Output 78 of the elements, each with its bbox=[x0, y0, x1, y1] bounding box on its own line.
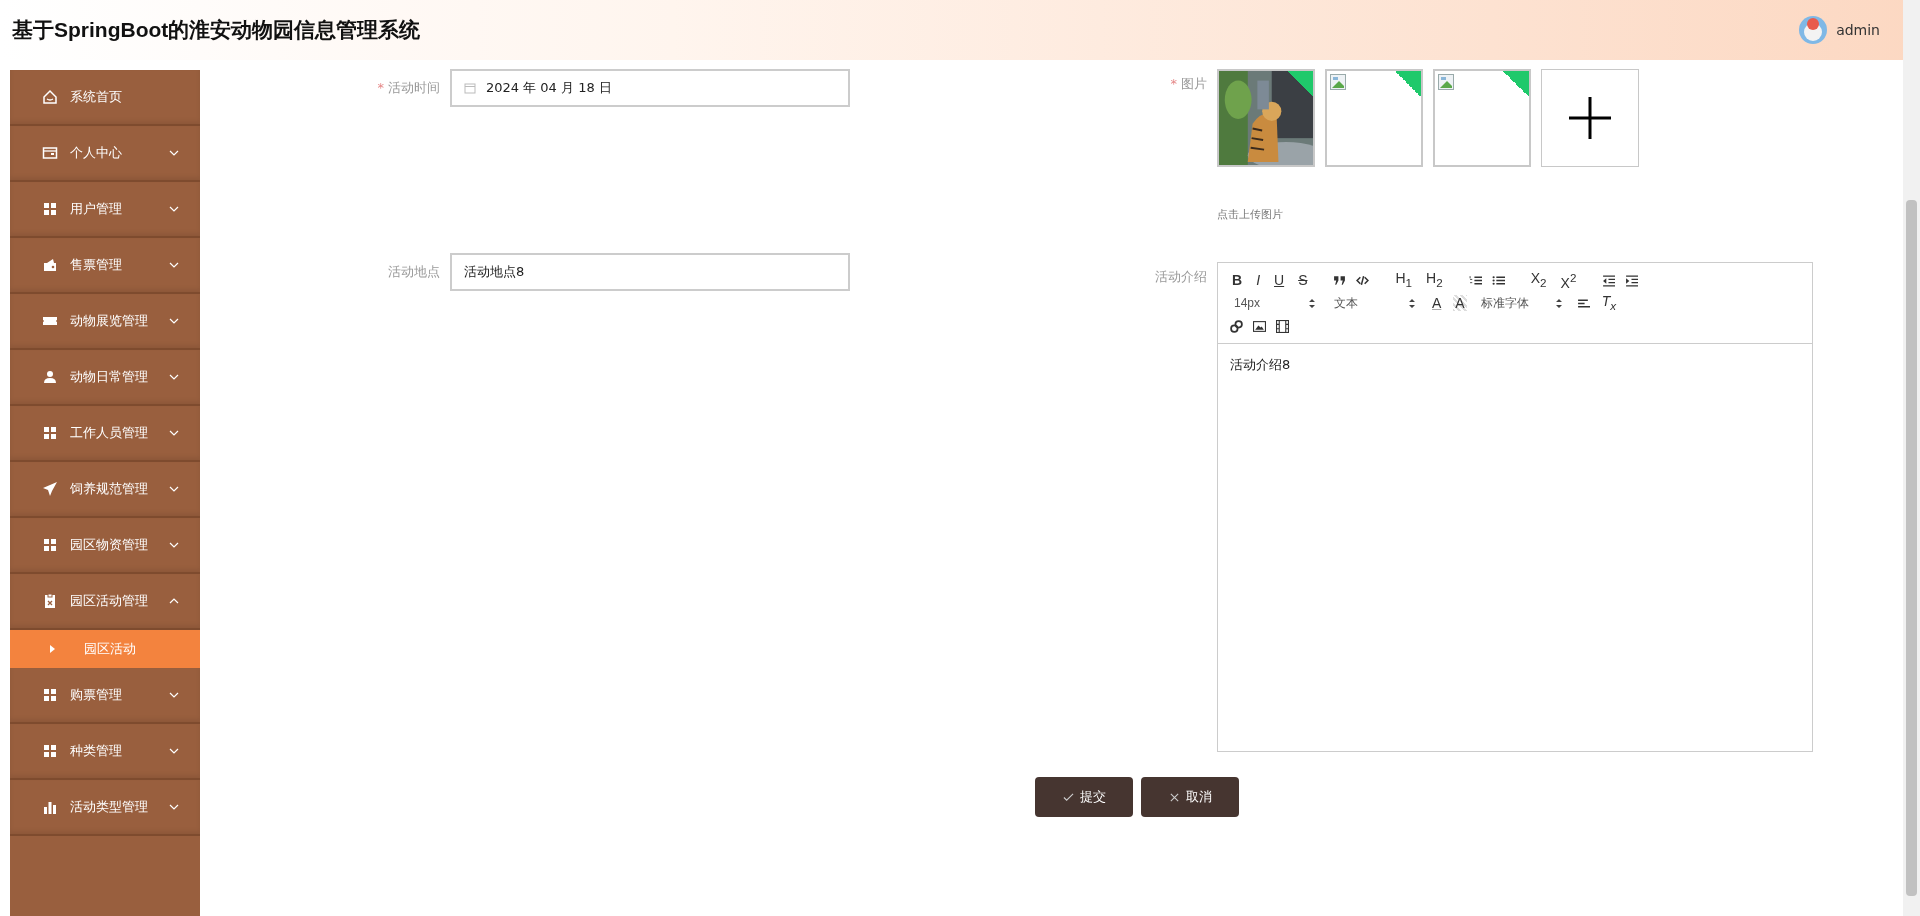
close-icon bbox=[1168, 791, 1180, 803]
menu-item[interactable]: 个人中心 bbox=[10, 126, 200, 182]
menu-item[interactable]: 动物日常管理 bbox=[10, 350, 200, 406]
required-mark: * bbox=[377, 79, 384, 97]
menu-item[interactable]: 饲养规范管理 bbox=[10, 462, 200, 518]
calendar-icon bbox=[464, 82, 476, 94]
home-icon bbox=[42, 89, 58, 105]
code-icon[interactable] bbox=[1356, 273, 1370, 287]
format-button[interactable]: U bbox=[1272, 272, 1287, 288]
menu-item[interactable]: 园区物资管理 bbox=[10, 518, 200, 574]
menu-item[interactable]: 系统首页 bbox=[10, 70, 200, 126]
submit-button[interactable]: 提交 bbox=[1035, 777, 1133, 817]
person-icon bbox=[42, 369, 58, 385]
scrollbar[interactable] bbox=[1903, 0, 1920, 916]
menu-item[interactable]: 用户管理 bbox=[10, 182, 200, 238]
format-button[interactable]: B bbox=[1230, 272, 1245, 288]
cancel-button[interactable]: 取消 bbox=[1141, 777, 1239, 817]
toolbar-dropdown[interactable]: 标准字体 bbox=[1476, 294, 1567, 312]
image-thumbnail[interactable] bbox=[1433, 69, 1531, 167]
broken-image-icon bbox=[1330, 74, 1346, 90]
editor-text: 活动介绍8 bbox=[1230, 357, 1291, 372]
format-button[interactable]: X$_{2}$ bbox=[1528, 269, 1549, 291]
link-icon[interactable] bbox=[1230, 319, 1243, 333]
numbered-list-icon[interactable] bbox=[1468, 273, 1482, 287]
image-thumbnail[interactable] bbox=[1325, 69, 1423, 167]
bullet-list-icon[interactable] bbox=[1491, 273, 1505, 287]
format-button[interactable]: I bbox=[1254, 272, 1262, 288]
menu-item[interactable]: 售票管理 bbox=[10, 238, 200, 294]
format-button[interactable]: H$_{1}$ bbox=[1393, 269, 1415, 291]
grid-icon bbox=[42, 537, 58, 553]
film-icon[interactable] bbox=[1276, 319, 1289, 333]
paper-plane-icon bbox=[42, 481, 58, 497]
add-image-button[interactable] bbox=[1541, 69, 1639, 167]
grid-icon bbox=[42, 201, 58, 217]
toolbar-dropdown[interactable]: 14px bbox=[1230, 296, 1320, 310]
menu-item[interactable]: 工作人员管理 bbox=[10, 406, 200, 462]
purse-icon bbox=[42, 257, 58, 273]
clipboard-icon bbox=[42, 593, 58, 609]
menu-item[interactable]: 购票管理 bbox=[10, 668, 200, 724]
field-label: 活动地点 bbox=[388, 263, 440, 281]
indent-icon[interactable] bbox=[1625, 273, 1639, 287]
toolbar-dropdown[interactable]: 文本 bbox=[1330, 294, 1420, 312]
required-mark: * bbox=[1170, 75, 1177, 93]
sort-arrows-icon bbox=[1554, 297, 1563, 309]
image-icon[interactable] bbox=[1253, 319, 1266, 333]
grid-icon bbox=[42, 425, 58, 441]
format-button[interactable]: T$_{x}$ bbox=[1599, 292, 1619, 314]
sort-arrows-icon bbox=[1308, 297, 1316, 309]
grid-icon bbox=[42, 743, 58, 759]
format-button[interactable]: X$^{2}$ bbox=[1558, 269, 1579, 291]
avatar-icon[interactable] bbox=[1798, 15, 1829, 45]
format-button[interactable]: A bbox=[1430, 295, 1444, 311]
align-left-icon[interactable] bbox=[1576, 296, 1590, 310]
wallet-icon bbox=[42, 145, 58, 161]
field-label: 活动时间 bbox=[388, 79, 440, 97]
menu-item[interactable]: 种类管理 bbox=[10, 724, 200, 780]
format-button[interactable]: S bbox=[1296, 272, 1310, 288]
caret-icon bbox=[48, 644, 56, 654]
plus-icon bbox=[1566, 94, 1614, 142]
sort-arrows-icon bbox=[1408, 297, 1416, 309]
bar-chart-icon bbox=[42, 799, 58, 815]
username[interactable]: admin bbox=[1836, 22, 1880, 38]
menu-item[interactable]: 活动类型管理 bbox=[10, 780, 200, 836]
field-label: 图片 bbox=[1181, 75, 1207, 93]
outdent-icon[interactable] bbox=[1602, 273, 1616, 287]
upload-hint: 点击上传图片 bbox=[1217, 207, 1284, 222]
format-button[interactable]: H$_{2}$ bbox=[1424, 269, 1445, 291]
broken-image-icon bbox=[1438, 74, 1454, 90]
text-field[interactable]: 活动地点8 bbox=[450, 253, 850, 291]
quote-icon[interactable] bbox=[1333, 273, 1347, 287]
grid-icon bbox=[42, 687, 58, 703]
format-button[interactable]: A bbox=[1453, 295, 1467, 311]
check-icon bbox=[1062, 791, 1074, 803]
editor-text-area[interactable]: 活动介绍8 bbox=[1218, 344, 1812, 751]
app-title: 基于SpringBoot的淮安动物园信息管理系统 bbox=[12, 17, 421, 43]
field-label: 活动介绍 bbox=[1155, 270, 1207, 283]
menu-item[interactable]: 动物展览管理 bbox=[10, 294, 200, 350]
date-field[interactable]: 2024 年 04 月 18 日 bbox=[450, 69, 850, 107]
